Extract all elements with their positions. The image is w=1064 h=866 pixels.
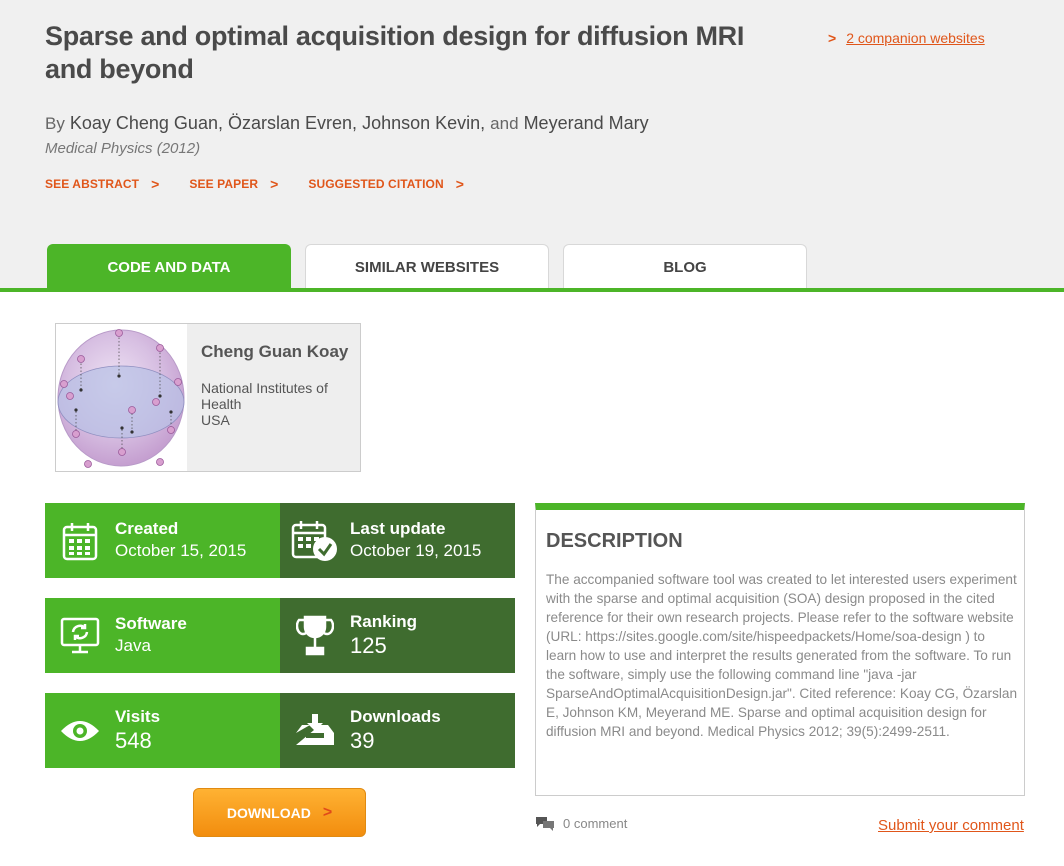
suggested-citation-link[interactable]: SUGGESTED CITATION > (308, 176, 464, 192)
author-name-link[interactable]: Koay Cheng Guan, (70, 113, 223, 133)
chevron-right-icon: > (455, 176, 465, 192)
author-name-link[interactable]: Johnson Kevin, (362, 113, 485, 133)
companion-websites-label[interactable]: 2 companion websites (846, 30, 985, 46)
see-paper-link[interactable]: SEE PAPER > (189, 176, 278, 192)
journal-info: Medical Physics (2012) (45, 140, 201, 157)
see-abstract-label: SEE ABSTRACT (45, 177, 140, 191)
tab-underline (0, 288, 1064, 292)
stat-downloads: Downloads 39 (280, 693, 515, 768)
comment-count-label: 0 comment (563, 816, 628, 831)
tab-code-and-data[interactable]: CODE AND DATA (47, 244, 291, 290)
stat-label: Software (115, 613, 187, 633)
author-name-link[interactable]: Özarslan Evren, (228, 113, 357, 133)
download-label: DOWNLOAD (226, 804, 311, 821)
by-label: By (45, 114, 65, 133)
tab-similar-websites[interactable]: SIMILAR WEBSITES (305, 244, 549, 290)
stat-label: Visits (115, 706, 161, 726)
author-card[interactable]: Cheng Guan Koay National Institutes of H… (55, 323, 361, 472)
author-card-affiliation: National Institutes of Health USA (201, 380, 351, 428)
calendar-check-icon (280, 519, 350, 563)
tab-blog[interactable]: BLOG (563, 244, 807, 290)
stat-last-update: Last update October 19, 2015 (280, 503, 515, 578)
chevron-right-icon: > (322, 803, 333, 821)
download-button[interactable]: DOWNLOAD > (193, 788, 366, 837)
stat-created: Created October 15, 2015 (45, 503, 280, 578)
affiliation-country: USA (201, 412, 230, 428)
suggested-citation-label: SUGGESTED CITATION (308, 177, 444, 191)
paper-actions: SEE ABSTRACT > SEE PAPER > SUGGESTED CIT… (45, 176, 464, 192)
trophy-icon (280, 614, 350, 658)
description-heading: DESCRIPTION (546, 530, 683, 552)
comment-count[interactable]: 0 comment (535, 816, 627, 831)
author-card-name[interactable]: Cheng Guan Koay (201, 342, 348, 362)
monitor-refresh-icon (45, 616, 115, 656)
stat-label: Downloads (350, 706, 441, 726)
download-tray-icon (280, 713, 350, 749)
author-image (56, 324, 187, 471)
chevron-right-icon: > (151, 176, 160, 192)
chevron-right-icon: > (828, 30, 837, 46)
stat-value: 548 (115, 727, 152, 753)
and-label: and (490, 114, 519, 133)
description-text: The accompanied software tool was create… (546, 572, 1018, 739)
author-name-link[interactable]: Meyerand Mary (524, 113, 649, 133)
stat-value: 125 (350, 632, 387, 658)
affiliation-institution: National Institutes of Health (201, 380, 328, 412)
stat-value: October 19, 2015 (350, 540, 482, 560)
chevron-right-icon: > (270, 176, 279, 192)
eye-icon (45, 717, 115, 745)
submit-comment-link[interactable]: Submit your comment (878, 817, 1024, 834)
description-panel: DESCRIPTION The accompanied software too… (535, 503, 1025, 796)
stat-value: 39 (350, 727, 375, 753)
stat-value: Java (115, 635, 151, 655)
stat-label: Created (115, 518, 179, 538)
stat-visits: Visits 548 (45, 693, 280, 768)
stat-software: Software Java (45, 598, 280, 673)
companion-websites-link[interactable]: > 2 companion websites (828, 30, 985, 46)
paper-header: Sparse and optimal acquisition design fo… (0, 0, 1064, 290)
page-title: Sparse and optimal acquisition design fo… (45, 21, 745, 84)
see-paper-label: SEE PAPER (189, 177, 259, 191)
stat-ranking: Ranking 125 (280, 598, 515, 673)
stat-label: Ranking (350, 611, 418, 631)
see-abstract-link[interactable]: SEE ABSTRACT > (45, 176, 159, 192)
stats-grid: Created October 15, 2015 Last update Oct… (45, 503, 515, 788)
author-list: By Koay Cheng Guan, Özarslan Evren, John… (45, 113, 649, 134)
calendar-icon (45, 521, 115, 561)
tab-bar: CODE AND DATA SIMILAR WEBSITES BLOG (47, 244, 807, 290)
stat-value: October 15, 2015 (115, 540, 247, 560)
stat-label: Last update (350, 518, 446, 538)
comment-bubbles-icon (536, 817, 554, 831)
